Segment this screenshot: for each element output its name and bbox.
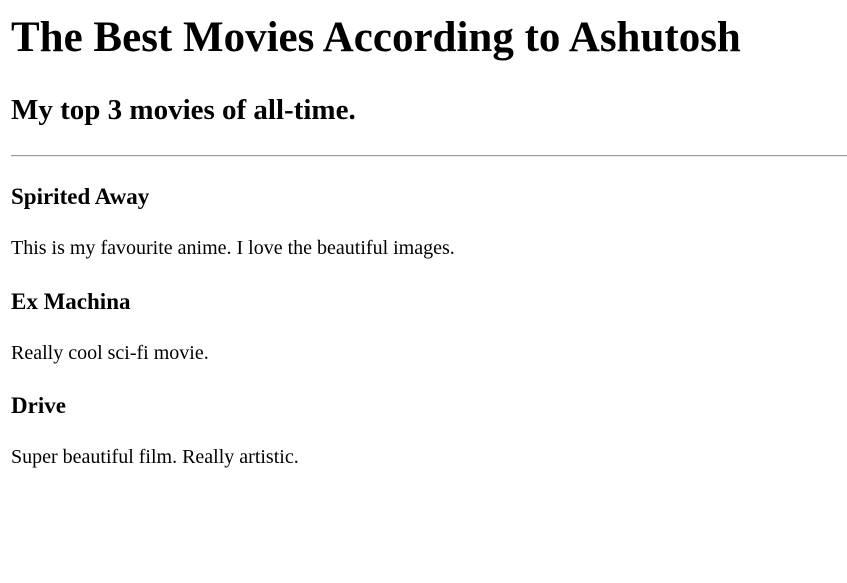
page-title: The Best Movies According to Ashutosh: [11, 14, 741, 61]
page: The Best Movies According to Ashutosh My…: [0, 0, 847, 583]
movie-description: Really cool sci-fi movie.: [11, 342, 209, 364]
movie-title: Spirited Away: [11, 184, 150, 209]
movie-description: This is my favourite anime. I love the b…: [11, 237, 455, 259]
movie-title: Drive: [11, 393, 66, 418]
page-subtitle: My top 3 movies of all-time.: [11, 94, 356, 126]
movie-title: Ex Machina: [11, 289, 131, 314]
movie-description: Super beautiful film. Really artistic.: [11, 446, 299, 468]
divider: [11, 155, 847, 157]
